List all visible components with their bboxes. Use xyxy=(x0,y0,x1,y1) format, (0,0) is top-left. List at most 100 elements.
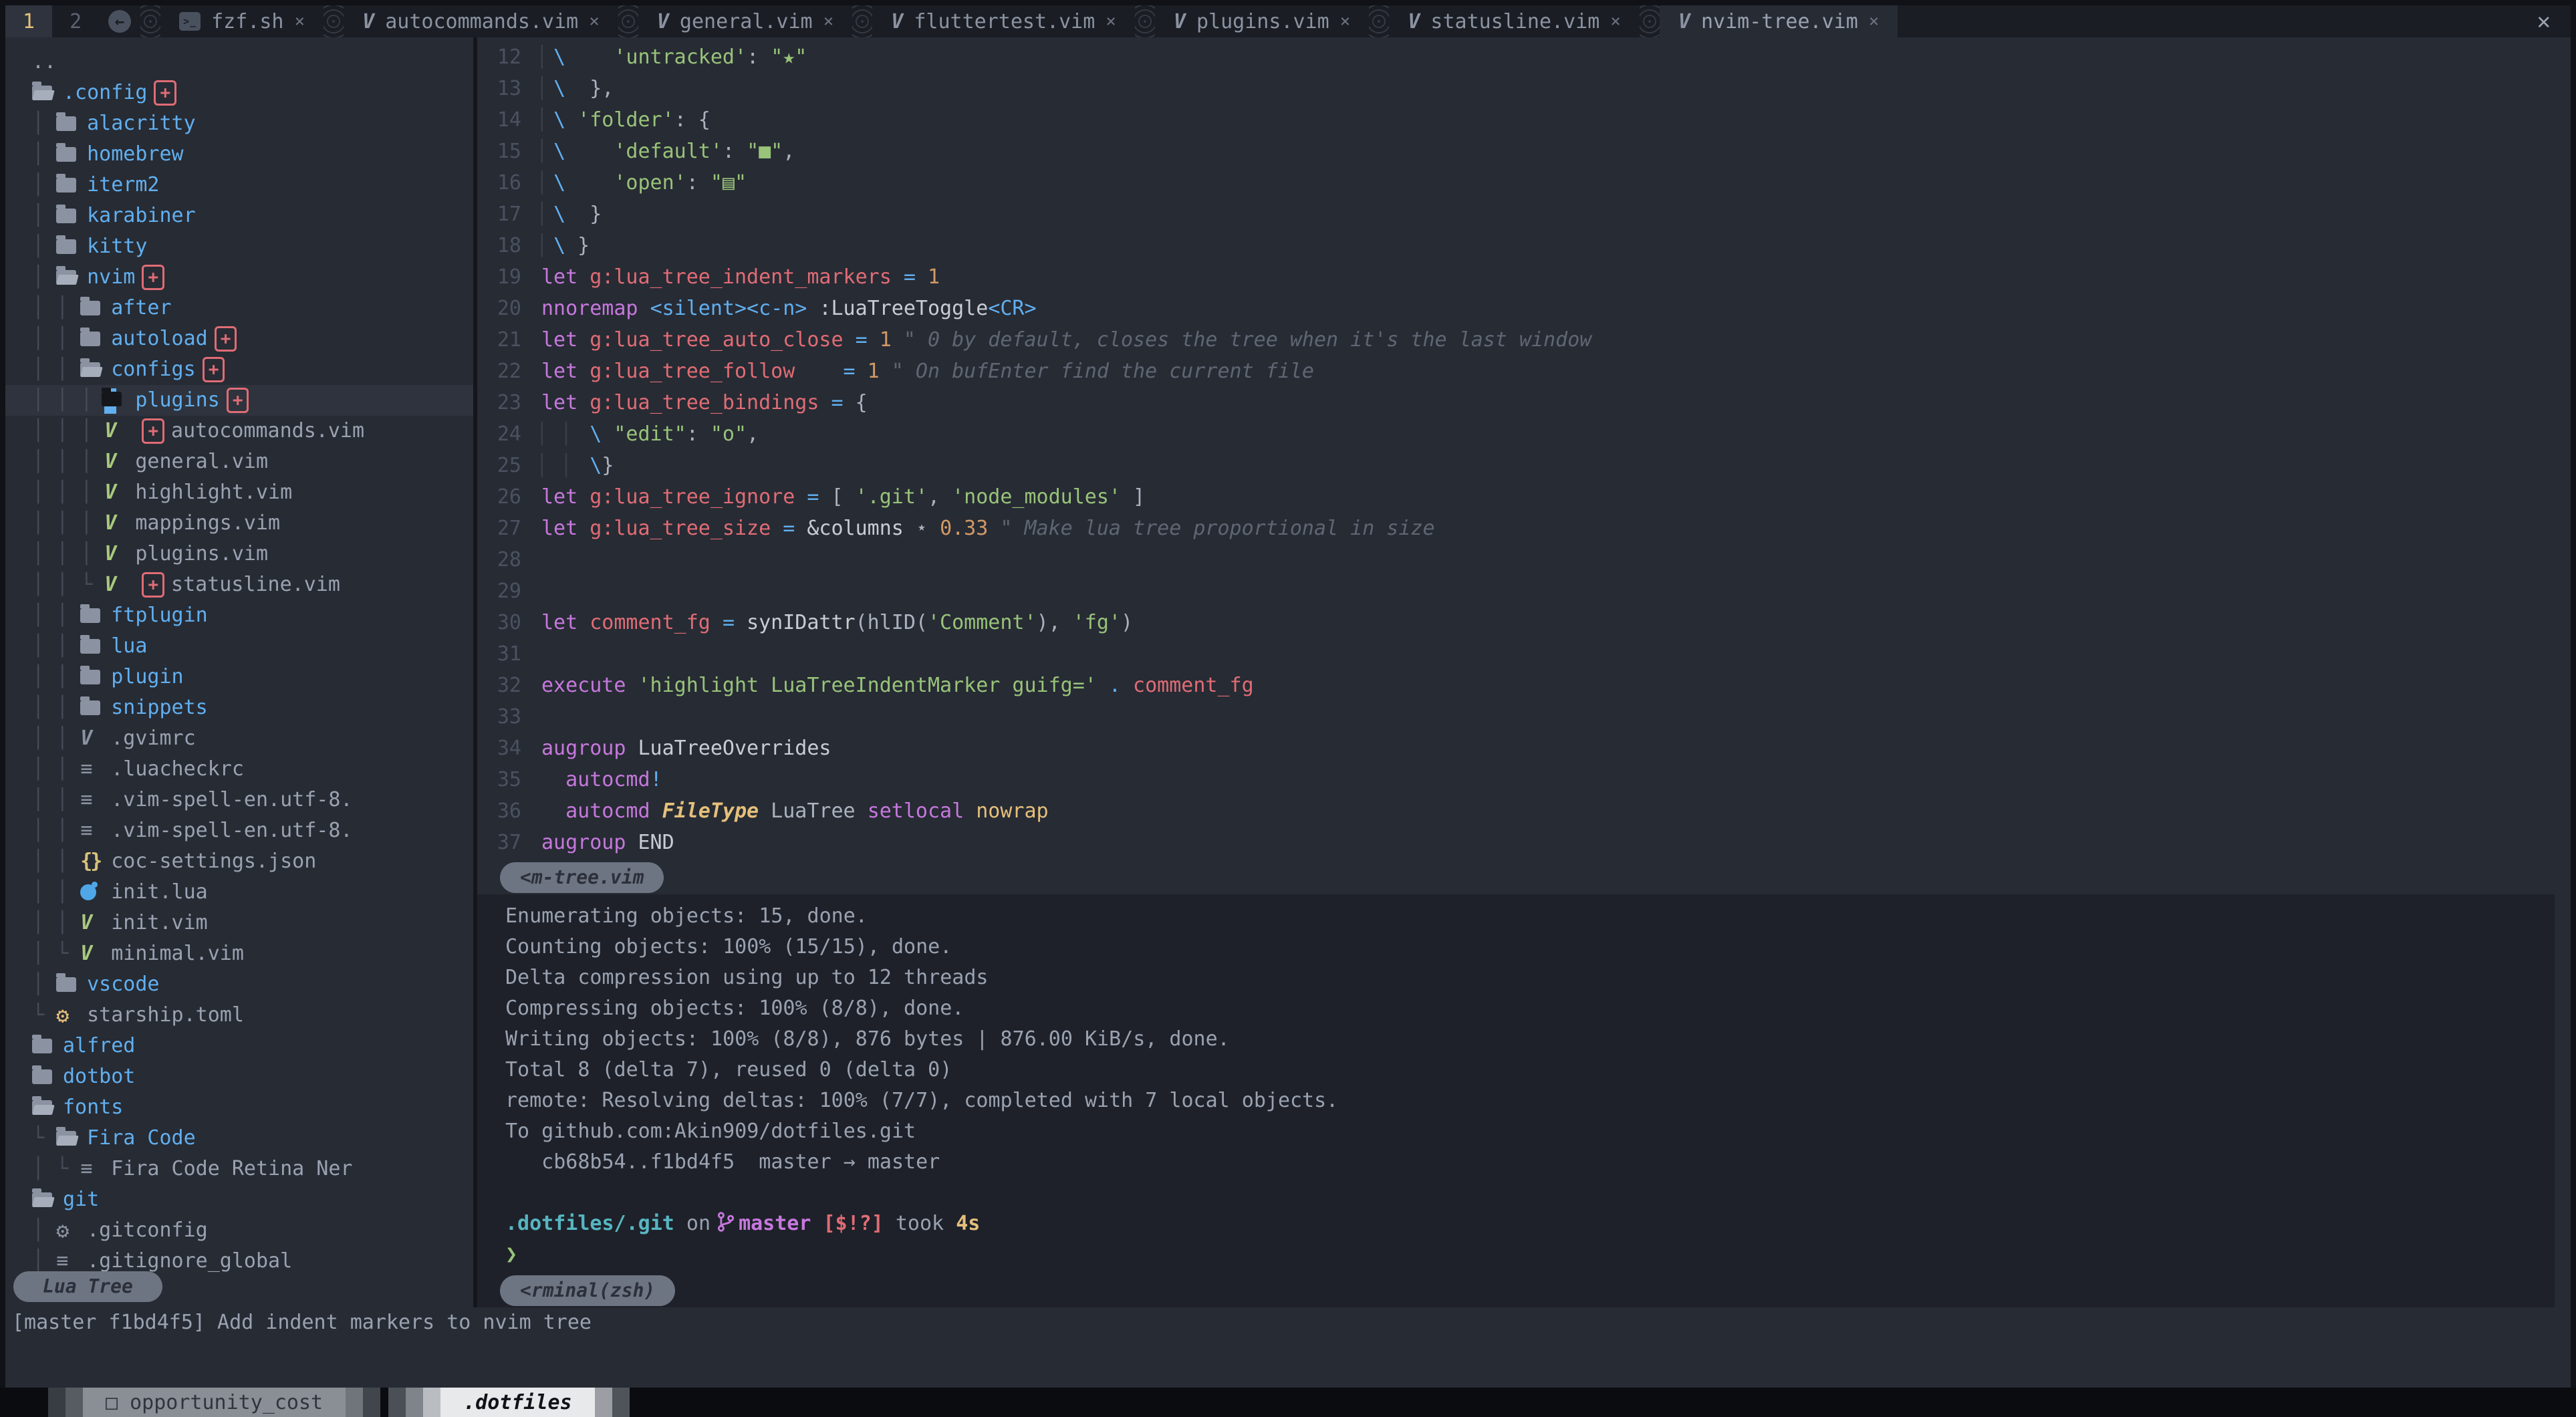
tree-item-.vim-spell-en.utf-8.[interactable]: │ │ ≡.vim-spell-en.utf-8. xyxy=(5,785,473,815)
tree-item-after[interactable]: │ │ after xyxy=(5,293,473,324)
tab-close-icon[interactable]: × xyxy=(1869,11,1880,31)
tree-item-.config[interactable]: .config+ xyxy=(5,78,473,108)
tree-item-icon: V xyxy=(104,446,135,477)
tmux-window-opportunity_cost[interactable]: □ opportunity_cost xyxy=(48,1388,380,1417)
tree-item-label: dotbot xyxy=(63,1061,135,1092)
code-editor[interactable]: 12▏\ 'untracked': "★"13▏\ },14▏\ 'folder… xyxy=(477,37,2571,861)
tree-item-lua[interactable]: │ │ lua xyxy=(5,631,473,662)
code-token: = xyxy=(723,607,735,638)
code-token xyxy=(638,293,650,324)
tab-close-icon[interactable]: × xyxy=(589,11,600,31)
tree-item-starship.toml[interactable]: └ ⚙starship.toml xyxy=(5,1000,473,1031)
back-arrow-icon[interactable]: ← xyxy=(108,10,131,33)
code-token: augroup xyxy=(541,827,626,858)
tab-statusline.vim[interactable]: Vstatusline.vim× xyxy=(1389,5,1640,37)
tree-item-ftplugin[interactable]: │ │ ftplugin xyxy=(5,600,473,631)
tree-item-.luacheckrc[interactable]: │ │ ≡.luacheckrc xyxy=(5,754,473,785)
tree-item-highlight.vim[interactable]: │ │ │ Vhighlight.vim xyxy=(5,477,473,508)
tree-item-nvim[interactable]: │ nvim+ xyxy=(5,262,473,293)
tree-item-iterm2[interactable]: │ iterm2 xyxy=(5,170,473,201)
tree-item-alacritty[interactable]: │ alacritty xyxy=(5,108,473,139)
terminal-token xyxy=(811,1212,823,1235)
line-number: 33 xyxy=(477,701,541,733)
text-file-icon: ≡ xyxy=(80,1154,92,1184)
tree-item-plugins[interactable]: │ │ │ plugins+ xyxy=(5,385,473,416)
code-token: "■" xyxy=(747,136,783,167)
tree-item-Fira Code Retina Ner[interactable]: │ └ ≡Fira Code Retina Ner xyxy=(5,1154,473,1184)
tree-item-fonts[interactable]: fonts xyxy=(5,1092,473,1123)
code-token: ▏ ▏ xyxy=(541,418,590,450)
code-token xyxy=(577,324,590,356)
tmux-window-label: .dotfiles xyxy=(440,1388,595,1417)
tree-item-init.lua[interactable]: │ │ init.lua xyxy=(5,877,473,908)
tree-item-coc-settings.json[interactable]: │ │ {}coc-settings.json xyxy=(5,846,473,877)
tab-plugins.vim[interactable]: Vplugins.vim× xyxy=(1155,5,1369,37)
file-tree-pane[interactable]: ...config+│ alacritty│ homebrew│ iterm2│… xyxy=(5,37,473,1307)
tree-title-pill: Lua Tree xyxy=(13,1271,162,1302)
code-token: , xyxy=(747,418,759,450)
tree-item-configs[interactable]: │ │ configs+ xyxy=(5,354,473,385)
tab-close-icon[interactable]: × xyxy=(1610,11,1621,31)
tree-item-mappings.vim[interactable]: │ │ │ Vmappings.vim xyxy=(5,508,473,539)
tree-item-label: plugins.vim xyxy=(135,539,268,569)
tree-item-karabiner[interactable]: │ karabiner xyxy=(5,201,473,231)
tab-close-icon[interactable]: × xyxy=(823,11,834,31)
tree-item-.vim-spell-en.utf-8.[interactable]: │ │ ≡.vim-spell-en.utf-8. xyxy=(5,815,473,846)
vim-icon: V xyxy=(1408,10,1420,33)
tree-item-snippets[interactable]: │ │ snippets xyxy=(5,692,473,723)
tree-item-statusline.vim[interactable]: │ │ └ V+statusline.vim xyxy=(5,569,473,600)
terminal-line: Enumerating objects: 15, done. xyxy=(505,901,2555,932)
tree-item-kitty[interactable]: │ kitty xyxy=(5,231,473,262)
terminal-token: remote: Resolving deltas: 100% (7/7), co… xyxy=(505,1089,1338,1112)
workspace-1[interactable]: 1 xyxy=(5,5,52,37)
tree-item-dotbot[interactable]: dotbot xyxy=(5,1061,473,1092)
tree-item-init.vim[interactable]: │ │ Vinit.vim xyxy=(5,908,473,938)
close-all-icon[interactable]: ✕ xyxy=(2517,5,2571,37)
tab-close-icon[interactable]: × xyxy=(1106,11,1116,31)
tree-item-minimal.vim[interactable]: │ └ Vminimal.vim xyxy=(5,938,473,969)
terminal-token: ❯ xyxy=(505,1243,517,1266)
workspace-2[interactable]: 2 xyxy=(52,5,99,37)
code-token xyxy=(541,795,565,827)
code-token: } xyxy=(565,230,590,261)
vim-message-line: [master f1bd4f5] Add indent markers to n… xyxy=(5,1307,2571,1338)
line-number: 13 xyxy=(477,73,541,104)
tree-item-label: .. xyxy=(32,47,56,78)
tmux-segment xyxy=(346,1388,363,1417)
tree-indent-guides: │ │ xyxy=(32,354,80,385)
tab-close-icon[interactable]: × xyxy=(295,11,305,31)
tree-item-git[interactable]: git xyxy=(5,1184,473,1215)
code-token xyxy=(577,261,590,293)
tree-item-homebrew[interactable]: │ homebrew xyxy=(5,139,473,170)
tree-item-..[interactable]: .. xyxy=(5,47,473,78)
tree-item-autocommands.vim[interactable]: │ │ │ V+autocommands.vim xyxy=(5,416,473,446)
tree-indent-guides: │ │ xyxy=(32,754,80,785)
tree-item-.gvimrc[interactable]: │ │ V.gvimrc xyxy=(5,723,473,754)
tree-item-Fira Code[interactable]: └ Fira Code xyxy=(5,1123,473,1154)
terminal-token: To github.com:Akin909/dotfiles.git xyxy=(505,1120,916,1143)
tree-item-icon xyxy=(80,670,111,684)
tree-item-label: coc-settings.json xyxy=(111,846,316,877)
tmux-window-dotfiles[interactable]: .dotfiles xyxy=(388,1388,630,1417)
terminal-pane[interactable]: Enumerating objects: 15, done.Counting o… xyxy=(477,894,2555,1274)
vim-icon: V xyxy=(657,10,669,33)
tree-item-alfred[interactable]: alfred xyxy=(5,1031,473,1061)
tree-indent-guides: │ xyxy=(32,262,56,293)
tree-item-vscode[interactable]: │ vscode xyxy=(5,969,473,1000)
tab-fluttertest.vim[interactable]: Vfluttertest.vim× xyxy=(872,5,1135,37)
vim-file-icon: V xyxy=(80,908,92,938)
tree-item-general.vim[interactable]: │ │ │ Vgeneral.vim xyxy=(5,446,473,477)
tree-item-.gitconfig[interactable]: │ ⚙.gitconfig xyxy=(5,1215,473,1246)
tab-autocommands.vim[interactable]: Vautocommands.vim× xyxy=(344,5,618,37)
tree-item-icon: V xyxy=(104,477,135,508)
tab-general.vim[interactable]: Vgeneral.vim× xyxy=(638,5,852,37)
code-line: 28 xyxy=(477,544,2571,575)
tab-fzf.sh[interactable]: >_fzf.sh× xyxy=(160,5,324,37)
tree-item-plugins.vim[interactable]: │ │ │ Vplugins.vim xyxy=(5,539,473,569)
code-token: ▏ xyxy=(541,199,553,230)
tree-item-label: .gvimrc xyxy=(111,723,195,754)
tab-close-icon[interactable]: × xyxy=(1340,11,1351,31)
tab-nvim-tree.vim[interactable]: Vnvim-tree.vim× xyxy=(1660,5,1898,37)
tree-item-plugin[interactable]: │ │ plugin xyxy=(5,662,473,692)
tree-item-autoload[interactable]: │ │ autoload+ xyxy=(5,324,473,354)
